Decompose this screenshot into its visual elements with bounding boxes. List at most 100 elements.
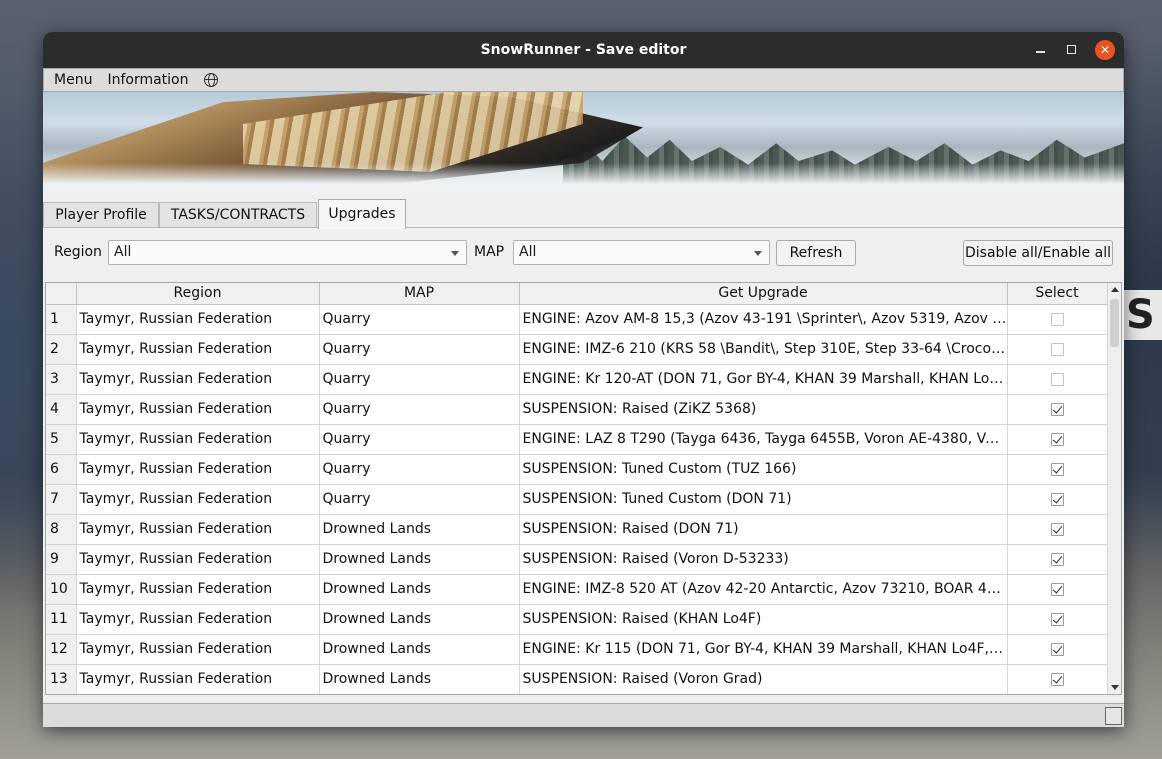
table-row[interactable]: 5 Taymyr, Russian Federation Quarry ENGINE:… (46, 424, 1108, 455)
row-number[interactable]: 1 (46, 304, 77, 335)
row-number[interactable]: 10 (46, 574, 77, 605)
cell-upgrade: ENGINE: Azov AM-8 15,3 (Azov 43-191 \Spr… (519, 304, 1008, 335)
cell-select (1007, 544, 1108, 575)
toggle-all-button[interactable]: Disable all/Enable all (963, 240, 1113, 266)
table-row[interactable]: 9 Taymyr, Russian Federation Drowned Lands… (46, 544, 1108, 575)
cell-region: Taymyr, Russian Federation (76, 364, 320, 395)
menu-item-information[interactable]: Information (107, 72, 188, 88)
table-row[interactable]: 7 Taymyr, Russian Federation Quarry SUSPENS… (46, 484, 1108, 515)
column-header-select[interactable]: Select (1007, 283, 1108, 305)
tab-bar: Player Profile TASKS/CONTRACTS Upgrades (43, 193, 1124, 229)
refresh-button[interactable]: Refresh (776, 240, 856, 266)
cell-region: Taymyr, Russian Federation (76, 574, 320, 605)
row-number[interactable]: 4 (46, 394, 77, 425)
cell-map: Quarry (319, 334, 520, 365)
select-checkbox[interactable] (1050, 492, 1064, 506)
row-number[interactable]: 11 (46, 604, 77, 635)
cell-region: Taymyr, Russian Federation (76, 424, 320, 455)
globe-icon[interactable] (203, 73, 218, 87)
table-row[interactable]: 1 Taymyr, Russian Federation Quarry ENGINE:… (46, 304, 1108, 335)
column-header-get-upgrade[interactable]: Get Upgrade (519, 283, 1008, 305)
scroll-down-icon[interactable] (1111, 685, 1119, 690)
region-select-value: All (114, 244, 132, 260)
row-number[interactable]: 9 (46, 544, 77, 575)
maximize-icon[interactable] (1061, 40, 1081, 60)
cell-upgrade: ENGINE: Kr 120-AT (DON 71, Gor BY-4, KHA… (519, 364, 1008, 395)
select-checkbox[interactable] (1050, 312, 1064, 326)
tab-tasks-contracts[interactable]: TASKS/CONTRACTS (159, 202, 317, 228)
select-checkbox[interactable] (1050, 402, 1064, 416)
cell-region: Taymyr, Russian Federation (76, 304, 320, 335)
chevron-down-icon (451, 251, 459, 256)
table-row[interactable]: 11 Taymyr, Russian Federation Drowned Land… (46, 604, 1108, 635)
table-row[interactable]: 2 Taymyr, Russian Federation Quarry ENGINE:… (46, 334, 1108, 365)
cell-region: Taymyr, Russian Federation (76, 394, 320, 425)
cell-region: Taymyr, Russian Federation (76, 334, 320, 365)
select-checkbox[interactable] (1050, 642, 1064, 656)
cell-map: Drowned Lands (319, 514, 520, 545)
region-select[interactable]: All (108, 240, 467, 265)
window-title: SnowRunner - Save editor (480, 42, 687, 58)
table-row[interactable]: 4 Taymyr, Russian Federation Quarry SUSPENS… (46, 394, 1108, 425)
select-checkbox[interactable] (1050, 432, 1064, 446)
upgrades-table: Region MAP Get Upgrade Select 1 Taymyr, R… (45, 282, 1122, 695)
select-checkbox[interactable] (1050, 462, 1064, 476)
cell-region: Taymyr, Russian Federation (76, 484, 320, 515)
cell-region: Taymyr, Russian Federation (76, 634, 320, 665)
table-row[interactable]: 3 Taymyr, Russian Federation Quarry ENGINE:… (46, 364, 1108, 395)
select-checkbox[interactable] (1050, 552, 1064, 566)
row-number[interactable]: 13 (46, 664, 77, 694)
cell-map: Drowned Lands (319, 574, 520, 605)
map-select[interactable]: All (513, 240, 770, 265)
menu-bar: Menu Information (43, 68, 1124, 92)
select-checkbox[interactable] (1050, 612, 1064, 626)
cell-upgrade: SUSPENSION: Raised (Voron D-53233) (519, 544, 1008, 575)
region-label: Region (54, 244, 102, 260)
cell-map: Quarry (319, 424, 520, 455)
row-number[interactable]: 12 (46, 634, 77, 665)
tab-player-profile[interactable]: Player Profile (43, 202, 159, 228)
table-row[interactable]: 13 Taymyr, Russian Federation Drowned Land… (46, 664, 1108, 694)
tab-upgrades[interactable]: Upgrades (318, 199, 406, 229)
table-row[interactable]: 8 Taymyr, Russian Federation Drowned Lands… (46, 514, 1108, 545)
table-row[interactable]: 12 Taymyr, Russian Federation Drowned Land… (46, 634, 1108, 665)
cell-select (1007, 664, 1108, 694)
close-icon[interactable]: ✕ (1095, 40, 1115, 60)
corner-header[interactable] (46, 283, 77, 305)
column-header-region[interactable]: Region (76, 283, 320, 305)
map-label: MAP (474, 244, 505, 260)
resize-grip-icon[interactable] (1105, 707, 1122, 725)
row-number[interactable]: 7 (46, 484, 77, 515)
cell-select (1007, 604, 1108, 635)
table-row[interactable]: 10 Taymyr, Russian Federation Drowned Land… (46, 574, 1108, 605)
cell-map: Drowned Lands (319, 604, 520, 635)
scrollbar-thumb[interactable] (1110, 299, 1119, 347)
vertical-scrollbar[interactable] (1107, 283, 1121, 694)
row-number[interactable]: 2 (46, 334, 77, 365)
cell-map: Quarry (319, 394, 520, 425)
row-number[interactable]: 8 (46, 514, 77, 545)
row-number[interactable]: 3 (46, 364, 77, 395)
menu-item-menu[interactable]: Menu (54, 72, 92, 88)
title-bar[interactable]: SnowRunner - Save editor ✕ (43, 32, 1124, 68)
cell-select (1007, 364, 1108, 395)
cell-region: Taymyr, Russian Federation (76, 544, 320, 575)
select-checkbox[interactable] (1050, 342, 1064, 356)
scroll-up-icon[interactable] (1111, 287, 1119, 292)
cell-region: Taymyr, Russian Federation (76, 514, 320, 545)
cell-map: Quarry (319, 364, 520, 395)
row-number[interactable]: 6 (46, 454, 77, 485)
column-header-map[interactable]: MAP (319, 283, 520, 305)
row-number[interactable]: 5 (46, 424, 77, 455)
select-checkbox[interactable] (1050, 672, 1064, 686)
select-checkbox[interactable] (1050, 582, 1064, 596)
cell-select (1007, 454, 1108, 485)
filter-bar: Region All MAP All Refresh Disable all/E… (43, 240, 1124, 266)
select-checkbox[interactable] (1050, 372, 1064, 386)
table-row[interactable]: 6 Taymyr, Russian Federation Quarry SUSPENS… (46, 454, 1108, 485)
minimize-icon[interactable] (1030, 40, 1050, 60)
cell-upgrade: SUSPENSION: Raised (DON 71) (519, 514, 1008, 545)
header-banner-image (43, 92, 1124, 193)
chevron-down-icon (754, 251, 762, 256)
select-checkbox[interactable] (1050, 522, 1064, 536)
